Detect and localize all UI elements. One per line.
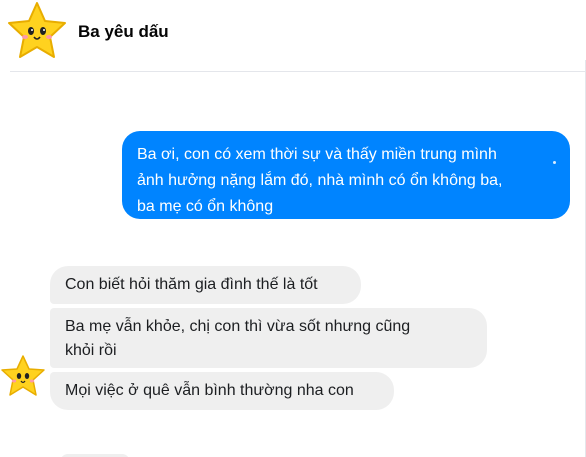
contact-name[interactable]: Ba yêu dấu: [78, 22, 169, 42]
message-line: ba mẹ có ổn không: [137, 198, 274, 215]
sender-star-avatar-icon[interactable]: [0, 354, 48, 400]
message-line: Con biết hỏi thăm gia đình thế là tốt: [65, 276, 318, 293]
message-line: Ba ơi, con có xem thời sự và thấy miền t…: [137, 146, 497, 163]
message-line: ảnh hưởng nặng lắm đó, nhà mình có ổn kh…: [137, 172, 503, 189]
chat-window: Ba yêu dấu Ba ơi, con có xem thời sự và …: [0, 0, 586, 457]
star-avatar-icon[interactable]: [2, 0, 72, 66]
conversation-header: Ba yêu dấu: [0, 0, 586, 70]
incoming-message-bubble[interactable]: Mọi việc ở quê vẫn bình thường nha con: [50, 372, 394, 410]
message-thread: Ba ơi, con có xem thời sự và thấy miền t…: [0, 72, 586, 457]
incoming-message-bubble[interactable]: Ba mẹ vẫn khỏe, chị con thì vừa sốt nhưn…: [50, 308, 487, 368]
outgoing-message-bubble[interactable]: Ba ơi, con có xem thời sự và thấy miền t…: [122, 131, 570, 219]
cursor-dot: [553, 161, 556, 164]
message-line: Mọi việc ở quê vẫn bình thường nha con: [65, 382, 354, 399]
message-line: khỏi rồi: [65, 342, 117, 359]
message-line: Ba mẹ vẫn khỏe, chị con thì vừa sốt nhưn…: [65, 318, 411, 335]
incoming-message-bubble[interactable]: Con biết hỏi thăm gia đình thế là tốt: [50, 266, 361, 304]
